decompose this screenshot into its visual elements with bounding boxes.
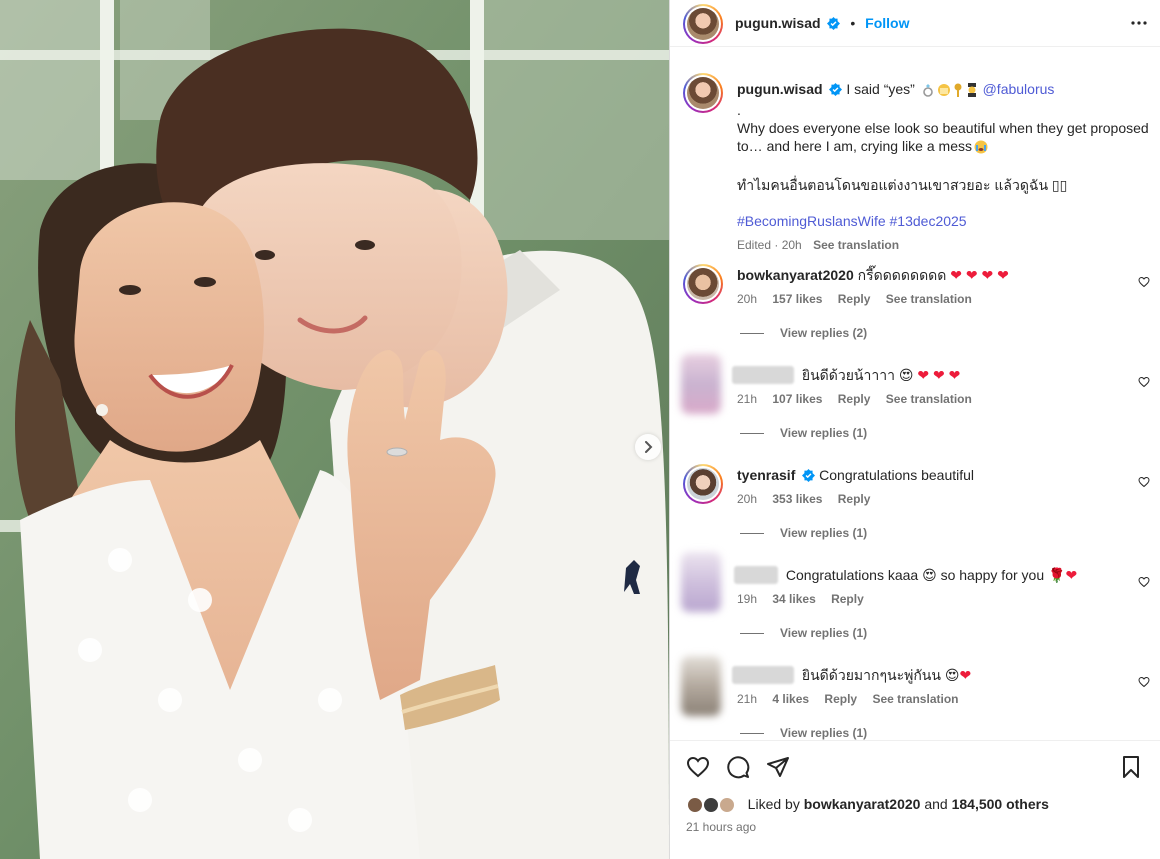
liked-by-label: Liked by [747,796,800,812]
liker-avatar[interactable] [717,796,736,814]
reply-button[interactable]: Reply [824,692,857,706]
comment-likes[interactable]: 34 likes [772,592,815,606]
like-comment-icon[interactable] [1138,676,1150,688]
comment-likes[interactable]: 107 likes [772,392,822,406]
heart-eyes-emoji-icon: 😍 [944,667,960,683]
comment-text: กรี๊ดดดดดดดด [857,267,947,283]
post-caption: pugun.wisad I said “yes” @fabulorus . Wh… [737,80,1153,254]
caption-dot-line: . [737,102,741,118]
chevron-right-icon [645,441,653,453]
liked-by-and: and [924,796,948,812]
follow-button[interactable]: Follow [865,15,909,31]
reply-button[interactable]: Reply [838,492,871,506]
like-comment-icon[interactable] [1138,376,1150,388]
commenter-avatar[interactable] [683,464,723,504]
heart-emoji-icon: ❤ [1065,567,1078,583]
author-username[interactable]: pugun.wisad [735,15,821,31]
likes-count[interactable]: 184,500 others [952,796,1049,812]
comment-time: 20h [737,292,758,306]
caption-line1: I said “yes” [846,81,915,97]
author-avatar[interactable] [683,4,723,44]
like-comment-icon[interactable] [1138,576,1150,588]
comment-text: ยินดีด้วยมากๆนะพู่กันน [801,667,941,683]
comment-bubble-icon[interactable] [726,755,750,779]
reply-button[interactable]: Reply [838,292,871,306]
reply-button[interactable]: Reply [838,392,871,406]
commenter-username-blurred[interactable] [732,666,794,684]
comment-time: 21h [737,692,758,706]
comment-time: 20h [737,492,758,506]
rose-emoji-icon: 🌹 [1048,567,1066,583]
comment-text: Congratulations kaaa [785,567,919,583]
verified-badge-icon [827,17,841,30]
view-replies-button[interactable]: View replies (1) [740,526,867,540]
crying-emoji-icon [974,140,988,158]
view-replies-button[interactable]: View replies (1) [740,726,867,740]
commenter-username[interactable]: tyenrasif [737,467,795,483]
key-emoji-icon [953,83,963,101]
commenter-username[interactable]: bowkanyarat2020 [737,267,854,283]
post-photo[interactable] [0,0,669,859]
like-comment-icon[interactable] [1138,276,1150,288]
couple-photo [0,0,669,859]
commenter-username-blurred[interactable] [732,366,794,384]
heart-eyes-emoji-icon: 😍 [898,367,914,383]
verified-badge-icon [829,83,843,96]
view-replies-button[interactable]: View replies (2) [740,326,867,340]
post-header: pugun.wisad • Follow [670,0,1160,47]
more-options-icon[interactable] [1130,14,1148,32]
save-bookmark-icon[interactable] [1120,755,1142,779]
comment-likes[interactable]: 4 likes [772,692,809,706]
commenter-avatar[interactable] [681,656,721,716]
caption-thai: ทำไมคนอื่นตอนโดนขอแต่งงานเขาสวยอะ แล้วดู… [737,177,1068,193]
post-sidebar: pugun.wisad • Follow pugun.wisad I said … [669,0,1160,859]
next-photo-button[interactable] [635,434,661,460]
like-comment-icon[interactable] [1138,476,1150,488]
verified-badge-icon [802,469,816,482]
share-paper-plane-icon[interactable] [766,755,790,779]
heart-emoji-icon: ❤ [959,667,972,683]
comment-time: 21h [737,392,758,406]
post-actions-bar: Liked by bowkanyarat2020 and 184,500 oth… [670,740,1160,859]
comment-text: Congratulations beautiful [819,467,975,483]
comment-text-2: so happy for you [940,567,1045,583]
commenter-username-blurred[interactable] [734,566,778,584]
mention-link[interactable]: @fabulorus [983,81,1055,97]
see-translation-button[interactable]: See translation [872,692,958,706]
caption-username[interactable]: pugun.wisad [737,81,823,97]
separator-dot: • [850,15,856,31]
commenter-avatar[interactable] [681,354,721,414]
ring-emoji-icon [921,83,935,101]
comments-scroll-area[interactable]: pugun.wisad I said “yes” @fabulorus . Wh… [670,56,1160,740]
heart-emoji-icon: ❤ ❤ ❤ [917,367,961,383]
view-replies-button[interactable]: View replies (1) [740,426,867,440]
commenter-avatar[interactable] [681,552,721,612]
post-timestamp[interactable]: 21 hours ago [686,820,756,834]
heart-emoji-icon: ❤ ❤ ❤ ❤ [950,267,1009,283]
caption-author-avatar[interactable] [683,73,723,113]
heart-eyes-emoji-icon: 😍 [922,567,937,583]
instagram-post-modal: pugun.wisad • Follow pugun.wisad I said … [0,0,1160,859]
view-replies-button[interactable]: View replies (1) [740,626,867,640]
comment-text: ยินดีด้วยน้าาาา [801,367,895,383]
likes-summary: Liked by bowkanyarat2020 and 184,500 oth… [686,796,1049,814]
liked-by-user[interactable]: bowkanyarat2020 [804,796,921,812]
caption-see-translation[interactable]: See translation [813,238,899,252]
groom-emoji-icon [965,83,979,101]
reply-button[interactable]: Reply [831,592,864,606]
comment-time: 19h [737,592,758,606]
see-translation-button[interactable]: See translation [886,292,972,306]
bride-emoji-icon [937,83,951,101]
comment-likes[interactable]: 157 likes [772,292,822,306]
caption-body: Why does everyone else look so beautiful… [737,120,1149,154]
comment-likes[interactable]: 353 likes [772,492,822,506]
caption-hashtags[interactable]: #BecomingRuslansWife #13dec2025 [737,212,1153,230]
like-heart-icon[interactable] [686,755,710,779]
commenter-avatar[interactable] [683,264,723,304]
caption-edited-time: Edited · 20h [737,238,802,252]
see-translation-button[interactable]: See translation [886,392,972,406]
